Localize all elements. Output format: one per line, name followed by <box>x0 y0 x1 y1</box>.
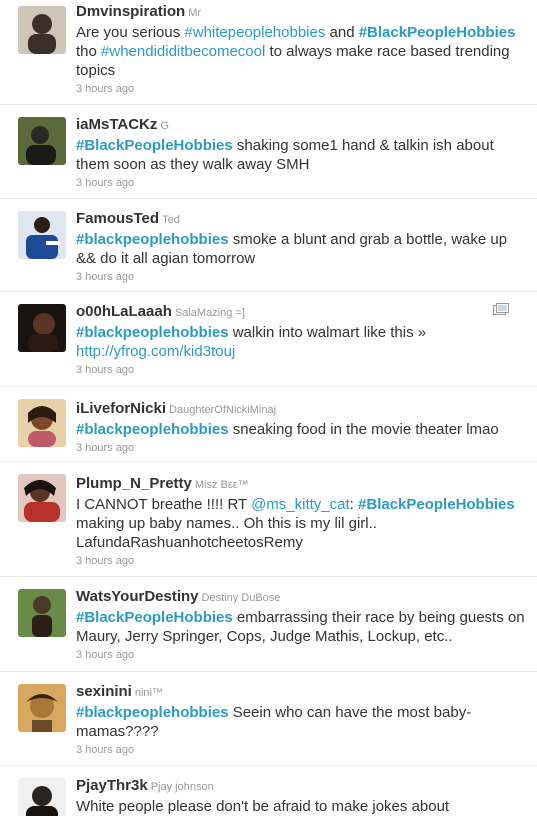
screen-name[interactable]: iaMsTACKz <box>76 116 157 133</box>
tweet-timestamp[interactable]: 3 hours ago <box>76 441 525 455</box>
photo-icon[interactable] <box>493 303 509 316</box>
screen-name[interactable]: Plump_N_Pretty <box>76 475 192 492</box>
hashtag-link[interactable]: #blackpeoplehobbies <box>76 324 229 341</box>
tweet-text-fragment: I CANNOT breathe !!!! RT <box>76 496 252 513</box>
tweet-timestamp[interactable]: 3 hours ago <box>76 82 525 96</box>
screen-name[interactable]: PjayThr3k <box>76 777 148 794</box>
full-name: Misz Bεε™ <box>194 479 249 491</box>
avatar[interactable] <box>18 304 66 352</box>
screen-name[interactable]: iLiveforNicki <box>76 400 166 417</box>
hashtag-link[interactable]: #whitepeoplehobbies <box>184 24 325 41</box>
full-name: Ted <box>162 214 180 226</box>
tweet-link[interactable]: http://yfrog.com/kid3touj <box>76 343 235 360</box>
tweet-item[interactable]: o00hLaLaaah SalaMazing =] #blackpeoplehob… <box>0 292 537 387</box>
tweet-text: I CANNOT breathe !!!! RT @ms_kitty_cat: … <box>76 495 525 552</box>
avatar[interactable] <box>18 399 66 447</box>
avatar[interactable] <box>18 117 66 165</box>
tweet-text-fragment: making up baby names.. Oh this is my lil… <box>76 515 377 551</box>
full-name: Destiny DuBose <box>201 592 281 604</box>
tweet-text: Are you serious #whitepeoplehobbies and … <box>76 23 525 80</box>
tweet-timestamp[interactable]: 3 hours ago <box>76 648 525 662</box>
tweet-timeline: Dmvinspiration Mr Are you serious #whitep… <box>0 0 537 816</box>
avatar[interactable] <box>18 6 66 54</box>
avatar[interactable] <box>18 778 66 816</box>
tweet-timestamp[interactable]: 3 hours ago <box>76 176 525 190</box>
tweet-text: #blackpeoplehobbies sneaking food in the… <box>76 420 525 439</box>
tweet-text-fragment: and <box>325 24 359 41</box>
tweet-text: White people please don't be afraid to m… <box>76 797 525 816</box>
tweet-text: #BlackPeopleHobbies shaking some1 hand &… <box>76 136 525 174</box>
full-name: nini™ <box>134 687 163 699</box>
avatar[interactable] <box>18 474 66 522</box>
tweet-text: #blackpeoplehobbies walkin into walmart … <box>76 323 525 361</box>
tweet-item[interactable]: WatsYourDestiny Destiny DuBose #BlackPeop… <box>0 577 537 672</box>
hashtag-link[interactable]: #blackpeoplehobbies <box>76 231 229 248</box>
tweet-item[interactable]: Dmvinspiration Mr Are you serious #whitep… <box>0 0 537 105</box>
mention-link[interactable]: @ms_kitty_cat <box>251 496 350 513</box>
tweet-item[interactable]: sexinini nini™ #blackpeoplehobbies Seein … <box>0 672 537 766</box>
screen-name[interactable]: sexinini <box>76 683 132 700</box>
tweet-text: #BlackPeopleHobbies embarrassing their r… <box>76 608 525 646</box>
tweet-item[interactable]: PjayThr3k Pjay johnson White people pleas… <box>0 766 537 816</box>
hashtag-link[interactable]: #BlackPeopleHobbies <box>359 24 516 41</box>
screen-name[interactable]: WatsYourDestiny <box>76 588 199 605</box>
tweet-timestamp[interactable]: 3 hours ago <box>76 743 525 757</box>
full-name: Mr <box>188 7 202 19</box>
screen-name[interactable]: Dmvinspiration <box>76 3 185 20</box>
tweet-timestamp[interactable]: 3 hours ago <box>76 363 525 377</box>
avatar[interactable] <box>18 589 66 637</box>
tweet-text-fragment: tho <box>76 43 102 60</box>
tweet-item[interactable]: FamousTed Ted #blackpeoplehobbies smoke a… <box>0 199 537 292</box>
full-name: DaughterOfNickiMinaj <box>169 404 277 416</box>
hashtag-link[interactable]: #whendididitbecomecool <box>101 43 265 60</box>
hashtag-link[interactable]: #BlackPeopleHobbies <box>76 609 233 626</box>
tweet-text-fragment: Are you serious <box>76 24 185 41</box>
tweet-timestamp[interactable]: 3 hours ago <box>76 270 525 284</box>
tweet-text: #blackpeoplehobbies smoke a blunt and gr… <box>76 230 525 268</box>
tweet-timestamp[interactable]: 3 hours ago <box>76 554 525 568</box>
tweet-text-fragment: sneaking food in the movie theater lmao <box>228 421 499 438</box>
screen-name[interactable]: o00hLaLaaah <box>76 303 172 320</box>
tweet-item[interactable]: iLiveforNicki DaughterOfNickiMinaj #black… <box>0 387 537 462</box>
tweet-text-fragment: : <box>349 496 359 513</box>
tweet-text: #blackpeoplehobbies Seein who can have t… <box>76 703 525 741</box>
hashtag-link[interactable]: #BlackPeopleHobbies <box>76 137 233 154</box>
screen-name[interactable]: FamousTed <box>76 210 159 227</box>
avatar[interactable] <box>18 684 66 732</box>
hashtag-link[interactable]: #blackpeoplehobbies <box>76 421 229 438</box>
hashtag-link[interactable]: #blackpeoplehobbies <box>76 704 229 721</box>
tweet-text-fragment: walkin into walmart like this » <box>228 324 427 341</box>
hashtag-link[interactable]: #BlackPeopleHobbies <box>358 496 515 513</box>
tweet-item[interactable]: iaMsTACKz G #BlackPeopleHobbies shaking s… <box>0 105 537 199</box>
tweet-item[interactable]: Plump_N_Pretty Misz Bεε™ I CANNOT breathe… <box>0 462 537 577</box>
avatar[interactable] <box>18 211 66 259</box>
full-name: SalaMazing =] <box>174 307 245 319</box>
full-name: G <box>160 120 169 132</box>
full-name: Pjay johnson <box>150 781 214 793</box>
